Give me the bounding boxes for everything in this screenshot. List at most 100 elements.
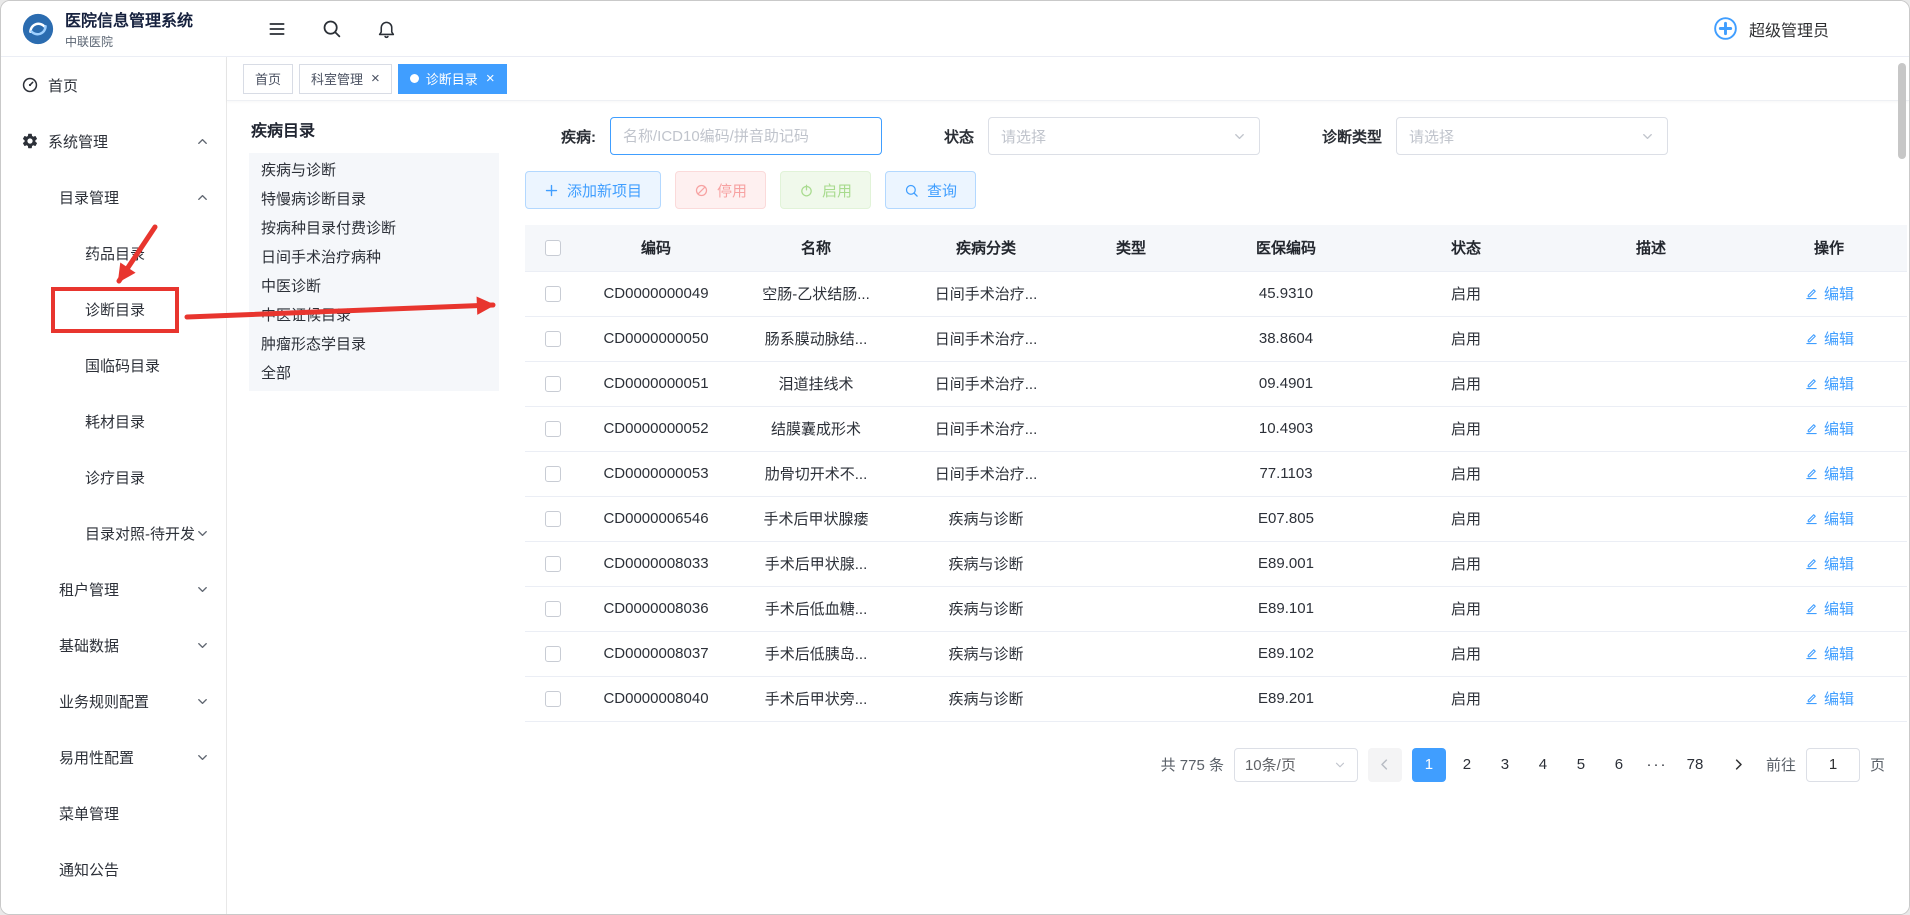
prev-page-button[interactable] [1368, 748, 1402, 782]
hospital-name: 中联医院 [65, 33, 193, 50]
query-button[interactable]: 查询 [885, 171, 976, 209]
cell-code: CD0000008037 [581, 631, 731, 676]
add-item-button[interactable]: 添加新项目 [525, 171, 661, 209]
sidebar-item-business-rules-config[interactable]: 业务规则配置 [1, 673, 226, 729]
catalog-item[interactable]: 日间手术治疗病种 [249, 243, 499, 272]
row-checkbox[interactable] [545, 556, 561, 572]
sidebar-item-catalog-management[interactable]: 目录管理 [1, 169, 226, 225]
enable-button[interactable]: 启用 [780, 171, 871, 209]
edit-button[interactable]: 编辑 [1804, 418, 1854, 439]
catalog-title: 疾病目录 [249, 117, 505, 141]
catalog-item[interactable]: 全部 [249, 359, 499, 388]
edit-button[interactable]: 编辑 [1804, 598, 1854, 619]
catalog-item[interactable]: 按病种目录付费诊断 [249, 214, 499, 243]
cell-select [525, 541, 581, 586]
sidebar-item-diagnosis-catalog[interactable]: 诊断目录 [1, 281, 226, 337]
search-icon[interactable] [321, 18, 342, 39]
chevron-right-icon [1731, 757, 1746, 772]
catalog-item[interactable]: 肿瘤形态学目录 [249, 330, 499, 359]
goto-page-input[interactable] [1806, 748, 1860, 782]
row-checkbox[interactable] [545, 691, 561, 707]
sidebar-item-basic-data[interactable]: 基础数据 [1, 617, 226, 673]
sidebar-item-menu-management[interactable]: 菜单管理 [1, 785, 226, 841]
add-item-label: 添加新项目 [567, 180, 642, 201]
cell-name: 手术后甲状腺瘘 [731, 496, 901, 541]
sidebar-item-drug-catalog[interactable]: 药品目录 [1, 225, 226, 281]
catalog-item[interactable]: 中医诊断 [249, 272, 499, 301]
tab-diagnosis-catalog[interactable]: 诊断目录× [398, 64, 507, 94]
catalog-item[interactable]: 特慢病诊断目录 [249, 185, 499, 214]
row-checkbox[interactable] [545, 646, 561, 662]
edit-button[interactable]: 编辑 [1804, 553, 1854, 574]
column-header: 疾病分类 [901, 225, 1071, 271]
sidebar-item-system-management[interactable]: 系统管理 [1, 113, 226, 169]
diagnosis-type-select[interactable]: 请选择 [1396, 117, 1668, 155]
sidebar-item-tenant-management[interactable]: 租户管理 [1, 561, 226, 617]
tab-close-icon[interactable]: × [486, 71, 495, 86]
diagnosis-table: 编码名称疾病分类类型医保编码状态描述操作 CD0000000049空肠-乙状结肠… [525, 225, 1907, 722]
next-page-button[interactable] [1722, 748, 1756, 782]
select-all-checkbox[interactable] [545, 240, 561, 256]
status-select[interactable]: 请选择 [988, 117, 1260, 155]
tab-department-management[interactable]: 科室管理× [299, 64, 392, 94]
cell-status: 启用 [1381, 361, 1551, 406]
row-checkbox[interactable] [545, 331, 561, 347]
cell-actions: 编辑 [1751, 451, 1907, 496]
disease-search-input[interactable] [610, 117, 882, 155]
more-pages-button[interactable]: ··· [1640, 748, 1674, 782]
sidebar-item-treatment-catalog[interactable]: 诊疗目录 [1, 449, 226, 505]
page-button[interactable]: 4 [1526, 748, 1560, 782]
page-button[interactable]: 1 [1412, 748, 1446, 782]
row-checkbox[interactable] [545, 421, 561, 437]
cell-name: 手术后甲状腺... [731, 541, 901, 586]
row-checkbox[interactable] [545, 466, 561, 482]
row-checkbox[interactable] [545, 511, 561, 527]
page-button[interactable]: 78 [1678, 748, 1712, 782]
sidebar-item-catalog-mapping-todo[interactable]: 目录对照-待开发 [1, 505, 226, 561]
scrollbar-thumb[interactable] [1898, 63, 1906, 159]
goto-label: 前往 [1766, 754, 1796, 775]
cell-select [525, 406, 581, 451]
cell-insurance_code: 10.4903 [1191, 406, 1381, 451]
row-checkbox[interactable] [545, 376, 561, 392]
page-button[interactable]: 5 [1564, 748, 1598, 782]
page-button[interactable]: 6 [1602, 748, 1636, 782]
page-button[interactable]: 2 [1450, 748, 1484, 782]
edit-label: 编辑 [1824, 643, 1854, 664]
sidebar-item-notice-announcement[interactable]: 通知公告 [1, 841, 226, 897]
edit-button[interactable]: 编辑 [1804, 283, 1854, 304]
sidebar-item-home[interactable]: 首页 [1, 57, 226, 113]
cell-status: 启用 [1381, 541, 1551, 586]
sidebar-item-national-code-catalog[interactable]: 国临码目录 [1, 337, 226, 393]
page-button[interactable]: 3 [1488, 748, 1522, 782]
edit-button[interactable]: 编辑 [1804, 373, 1854, 394]
catalog-item[interactable]: 疾病与诊断 [249, 156, 499, 185]
table-body: CD0000000049空肠-乙状结肠...日间手术治疗...45.9310启用… [525, 271, 1907, 721]
sidebar-item-label: 通知公告 [59, 859, 119, 880]
sidebar-item-consumable-catalog[interactable]: 耗材目录 [1, 393, 226, 449]
bell-icon[interactable] [376, 18, 397, 39]
tab-close-icon[interactable]: × [371, 71, 380, 86]
edit-button[interactable]: 编辑 [1804, 463, 1854, 484]
catalog-item[interactable]: 中医证候目录 [249, 301, 499, 330]
medical-cross-icon [1712, 15, 1739, 42]
cell-name: 手术后低血糖... [731, 586, 901, 631]
table-row: CD0000008040手术后甲状旁...疾病与诊断E89.201启用编辑 [525, 676, 1907, 721]
row-checkbox[interactable] [545, 286, 561, 302]
app-logo-icon [21, 12, 55, 46]
tab-home[interactable]: 首页 [243, 64, 293, 94]
edit-button[interactable]: 编辑 [1804, 328, 1854, 349]
sidebar-item-usability-config[interactable]: 易用性配置 [1, 729, 226, 785]
edit-button[interactable]: 编辑 [1804, 688, 1854, 709]
cell-code: CD0000008033 [581, 541, 731, 586]
sidebar-item-label: 首页 [48, 75, 78, 96]
page-size-select[interactable]: 10条/页 [1234, 748, 1358, 782]
row-checkbox[interactable] [545, 601, 561, 617]
edit-button[interactable]: 编辑 [1804, 508, 1854, 529]
edit-button[interactable]: 编辑 [1804, 643, 1854, 664]
edit-icon [1804, 691, 1819, 706]
disable-button[interactable]: 停用 [675, 171, 766, 209]
user-menu[interactable]: 超级管理员 [1712, 15, 1909, 42]
chevron-left-icon [1377, 757, 1392, 772]
collapse-menu-icon[interactable] [267, 19, 287, 39]
